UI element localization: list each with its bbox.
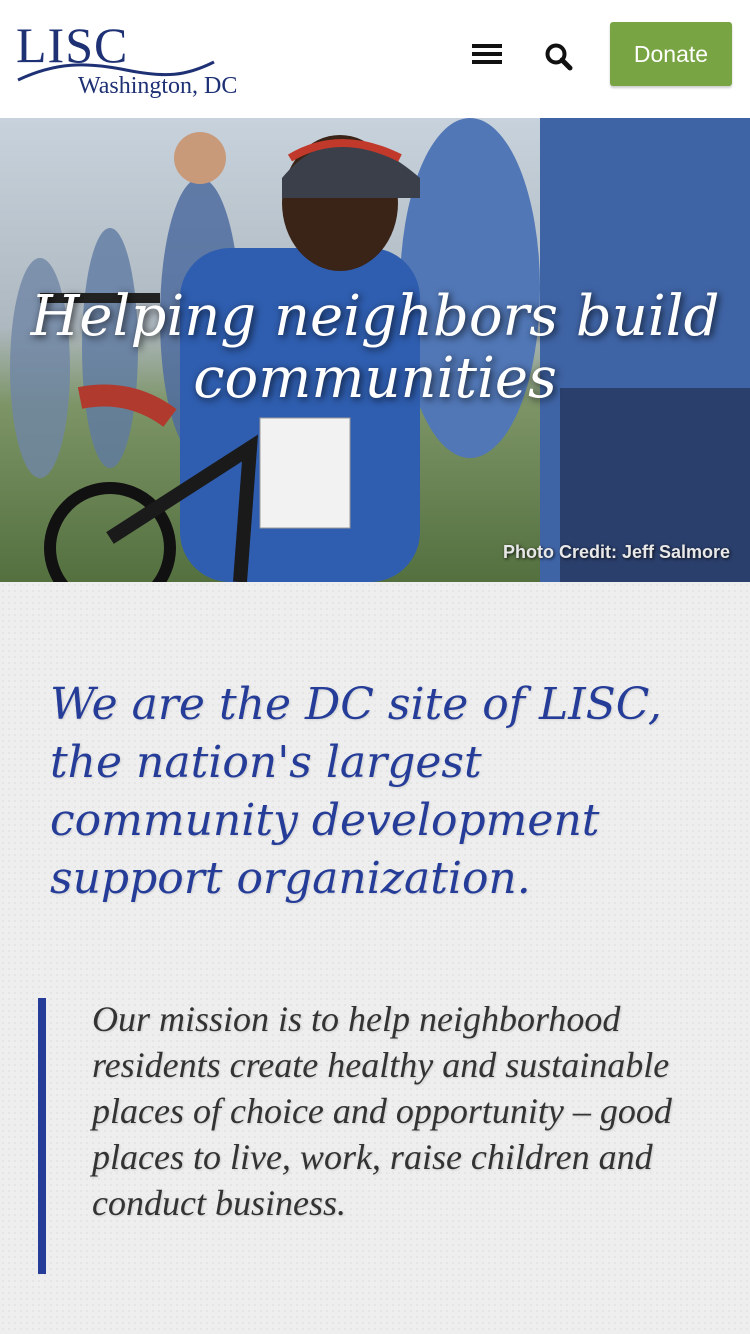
logo-subtext: Washington, DC: [78, 73, 238, 99]
hero-banner: Helping neighbors build communities Phot…: [0, 118, 750, 582]
quote-accent-bar: [38, 998, 46, 1274]
intro-section: We are the DC site of LISC, the nation's…: [0, 582, 750, 1334]
intro-statement: We are the DC site of LISC, the nation's…: [50, 679, 662, 904]
site-header: LISC Washington, DC Donate: [0, 0, 750, 118]
mission-quote: Our mission is to help neighborhood resi…: [92, 999, 672, 1223]
hamburger-menu-icon[interactable]: [470, 40, 504, 68]
lisc-logo[interactable]: LISC Washington, DC: [16, 20, 237, 102]
hero-title: Helping neighbors build communities: [30, 284, 720, 411]
photo-credit: Photo Credit: Jeff Salmore: [502, 542, 730, 562]
search-icon[interactable]: [542, 40, 576, 74]
donate-button[interactable]: Donate: [610, 22, 732, 86]
